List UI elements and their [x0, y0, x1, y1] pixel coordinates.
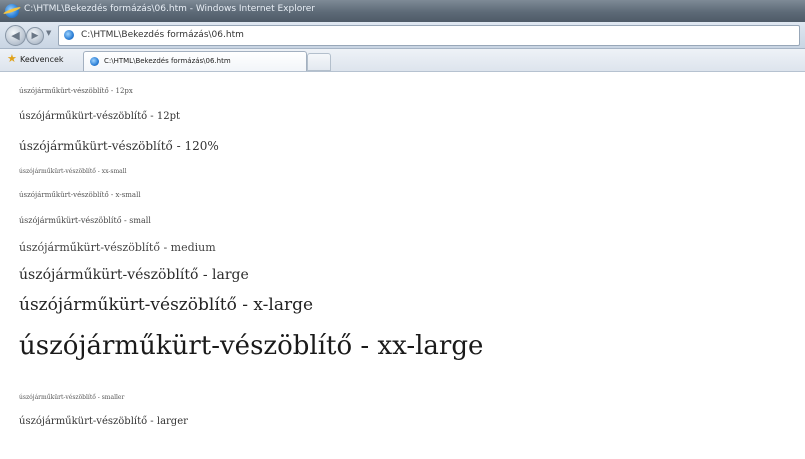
tab-page-icon — [90, 57, 99, 66]
window-title: C:\HTML\Bekezdés formázás\06.htm - Windo… — [24, 4, 315, 14]
tab-label: C:\HTML\Bekezdés formázás\06.htm — [104, 57, 231, 65]
new-tab-button[interactable] — [307, 53, 331, 71]
text-line-120pct: úszójárműkürt-vészöblítő - 120% — [19, 139, 219, 153]
text-line-12px: úszójárműkürt-vészöblítő - 12px — [19, 87, 133, 95]
title-bar: C:\HTML\Bekezdés formázás\06.htm - Windo… — [0, 0, 805, 22]
internet-explorer-icon — [5, 4, 19, 18]
text-line-x-large: úszójárműkürt-vészöblítő - x-large — [19, 295, 314, 315]
page-icon — [64, 30, 74, 40]
tab-current-page[interactable]: C:\HTML\Bekezdés formázás\06.htm — [83, 51, 307, 71]
favorites-bar: ★ Kedvencek C:\HTML\Bekezdés formázás\06… — [0, 49, 805, 72]
text-line-medium: úszójárműkürt-vészöblítő - medium — [19, 241, 216, 254]
favorites-star-icon[interactable]: ★ — [7, 53, 17, 65]
text-line-xx-large: úszójárműkürt-vészöblítő - xx-large — [19, 331, 484, 361]
page-content: úszójárműkürt-vészöblítő - 12px úszójárm… — [0, 72, 805, 459]
text-line-xx-small: úszójárműkürt-vészöblítő - xx-small — [19, 168, 127, 175]
text-line-larger: úszójárműkürt-vészöblítő - larger — [19, 416, 188, 427]
navigation-bar: ◀ ▶ ▼ C:\HTML\Bekezdés formázás\06.htm — [0, 22, 805, 49]
text-line-x-small: úszójárműkürt-vészöblítő - x-small — [19, 191, 141, 199]
forward-button[interactable]: ▶ — [26, 27, 44, 45]
text-line-small: úszójárműkürt-vészöblítő - small — [19, 216, 151, 225]
favorites-button[interactable]: Kedvencek — [20, 55, 64, 64]
recent-pages-dropdown-icon[interactable]: ▼ — [46, 29, 51, 37]
text-line-large: úszójárműkürt-vészöblítő - large — [19, 267, 249, 283]
address-bar[interactable]: C:\HTML\Bekezdés formázás\06.htm — [58, 25, 800, 46]
back-button[interactable]: ◀ — [5, 25, 26, 46]
text-line-smaller: úszójárműkürt-vészöblítő - smaller — [19, 394, 125, 401]
address-url[interactable]: C:\HTML\Bekezdés formázás\06.htm — [81, 30, 244, 40]
browser-window: C:\HTML\Bekezdés formázás\06.htm - Windo… — [0, 0, 805, 459]
text-line-12pt: úszójárműkürt-vészöblítő - 12pt — [19, 111, 181, 122]
